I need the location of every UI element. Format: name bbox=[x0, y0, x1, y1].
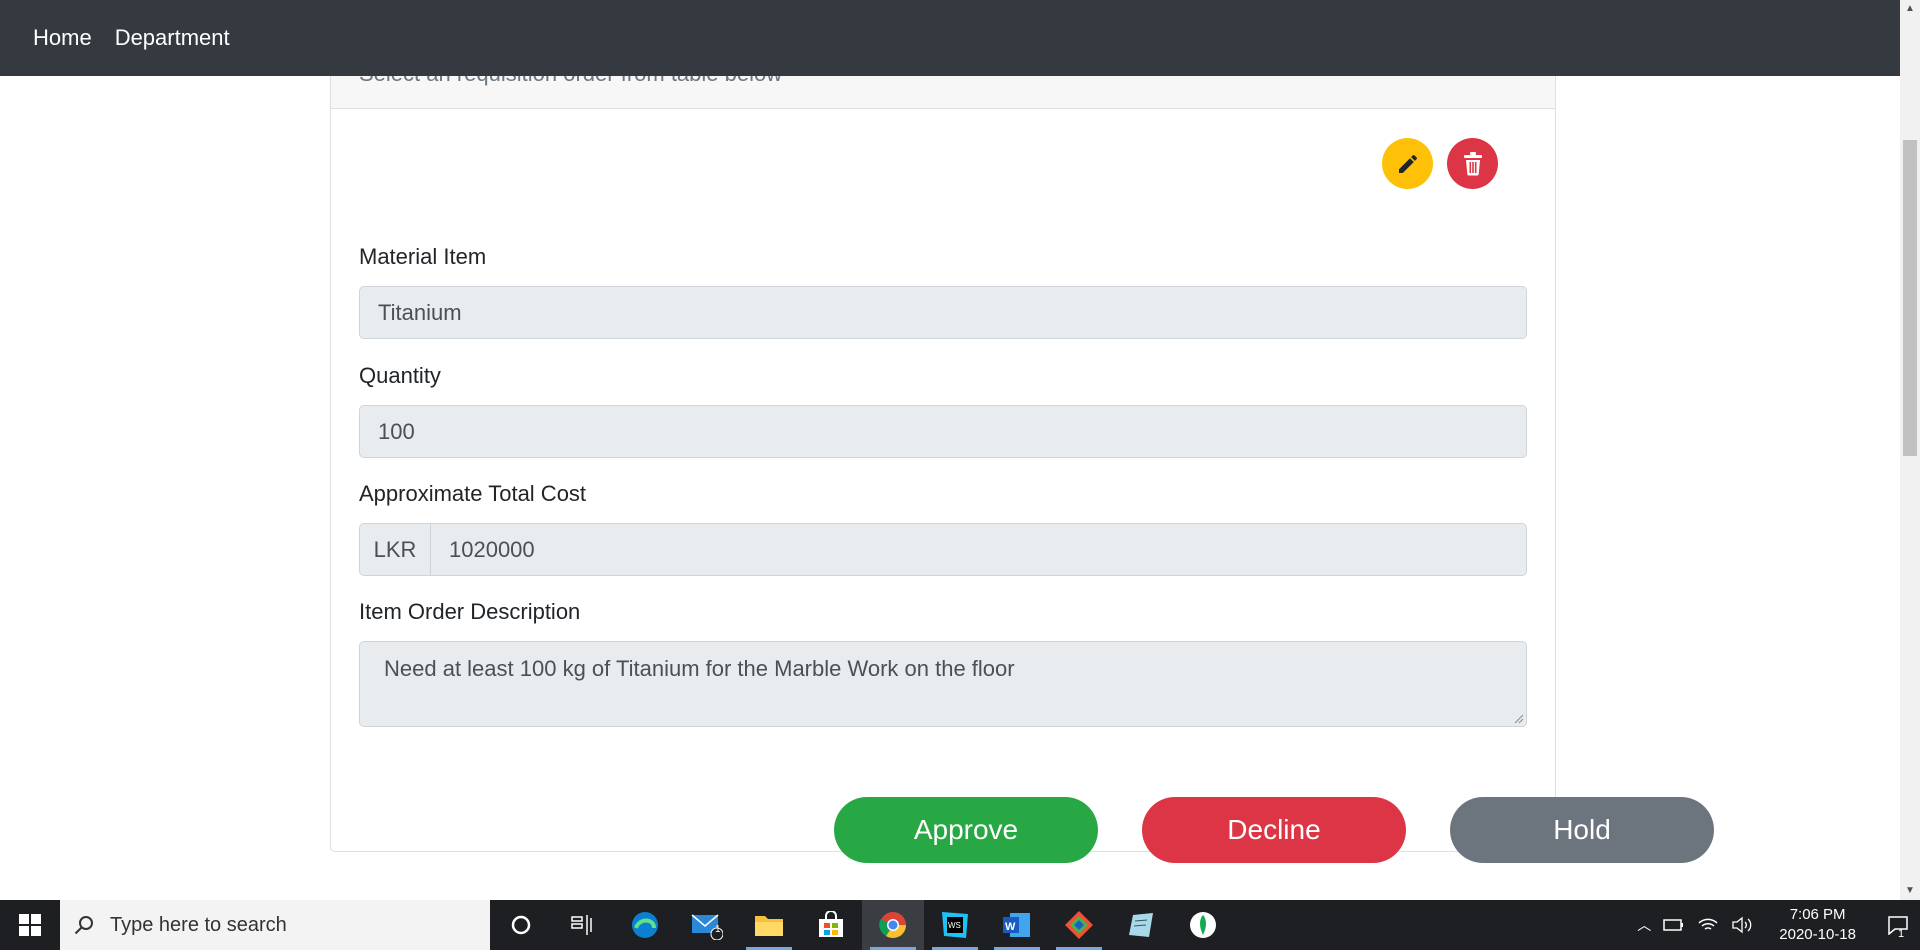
chrome-browser-icon bbox=[879, 912, 907, 939]
mail-badge: 1 bbox=[715, 924, 721, 935]
approve-button[interactable]: Approve bbox=[834, 797, 1098, 863]
webstorm-icon: WS bbox=[942, 912, 968, 938]
cortana-button[interactable] bbox=[490, 900, 552, 950]
chrome-taskbar-button[interactable] bbox=[862, 900, 924, 950]
delete-button[interactable] bbox=[1447, 138, 1498, 189]
webstorm-taskbar-button[interactable]: WS bbox=[924, 900, 986, 950]
pencil-icon bbox=[1398, 154, 1417, 173]
clock-time: 7:06 PM bbox=[1789, 906, 1846, 923]
folder-icon bbox=[755, 916, 783, 936]
word-icon: W bbox=[1003, 913, 1030, 937]
notes-app-taskbar-button[interactable] bbox=[1110, 900, 1172, 950]
description-text: Need at least 100 kg of Titanium for the… bbox=[384, 656, 1015, 681]
edit-button[interactable] bbox=[1382, 138, 1433, 189]
card-header: Select an requisition order from table b… bbox=[331, 76, 1555, 109]
mongodb-compass-taskbar-button[interactable] bbox=[1172, 900, 1234, 950]
windows-logo-icon bbox=[19, 914, 41, 936]
edge-browser-icon bbox=[632, 912, 658, 938]
taskbar-search-box[interactable]: Type here to search bbox=[60, 900, 490, 950]
notepad-icon bbox=[1129, 913, 1153, 937]
hold-button[interactable]: Hold bbox=[1450, 797, 1714, 863]
quantity-label: Quantity bbox=[359, 363, 441, 388]
windows-taskbar: Type here to search 1 WS W ︿ 7:06 PM 202… bbox=[0, 900, 1920, 950]
nav-department-link[interactable]: Department bbox=[115, 25, 230, 51]
taskbar-clock[interactable]: 7:06 PM 2020-10-18 bbox=[1779, 905, 1856, 945]
search-icon bbox=[74, 916, 93, 935]
svg-text:WS: WS bbox=[948, 921, 961, 930]
decline-button[interactable]: Decline bbox=[1142, 797, 1406, 863]
mongodb-leaf-icon bbox=[1190, 912, 1216, 938]
start-button[interactable] bbox=[0, 900, 60, 950]
git-kraken-icon bbox=[1065, 911, 1093, 939]
vertical-scrollbar[interactable]: ▲ ▼ bbox=[1900, 0, 1920, 900]
currency-prefix: LKR bbox=[359, 523, 431, 576]
file-explorer-taskbar-button[interactable] bbox=[738, 900, 800, 950]
nav-home-link[interactable]: Home bbox=[33, 25, 92, 51]
description-textarea[interactable]: Need at least 100 kg of Titanium for the… bbox=[359, 641, 1527, 727]
cortana-circle-icon bbox=[511, 915, 531, 935]
edge-taskbar-button[interactable] bbox=[614, 900, 676, 950]
task-view-button[interactable] bbox=[552, 900, 614, 950]
svg-text:W: W bbox=[1005, 921, 1016, 933]
requisition-card: Select an requisition order from table b… bbox=[330, 76, 1714, 863]
scroll-up-arrow-icon[interactable]: ▲ bbox=[1900, 0, 1920, 18]
scroll-down-arrow-icon[interactable]: ▼ bbox=[1900, 882, 1920, 900]
material-item-field[interactable]: Titanium bbox=[359, 286, 1527, 339]
trash-icon bbox=[1463, 151, 1482, 176]
mail-taskbar-button[interactable]: 1 bbox=[676, 900, 738, 950]
store-taskbar-button[interactable] bbox=[800, 900, 862, 950]
action-center-button[interactable]: 1 bbox=[1876, 900, 1920, 950]
chevron-up-icon[interactable]: ︿ bbox=[1637, 915, 1651, 935]
description-label: Item Order Description bbox=[359, 599, 581, 624]
store-bag-icon bbox=[819, 911, 843, 937]
quantity-field[interactable]: 100 bbox=[359, 405, 1527, 458]
resize-handle-icon[interactable] bbox=[1512, 712, 1524, 724]
cost-input-group: LKR 1020000 bbox=[359, 523, 1527, 576]
search-placeholder: Type here to search bbox=[110, 913, 287, 936]
notification-badge: 1 bbox=[1898, 928, 1905, 940]
speaker-volume-icon[interactable] bbox=[1731, 916, 1753, 934]
clock-date: 2020-10-18 bbox=[1779, 926, 1856, 943]
material-item-label: Material Item bbox=[359, 244, 487, 269]
task-view-icon bbox=[571, 915, 592, 935]
cost-label: Approximate Total Cost bbox=[359, 481, 587, 506]
cost-field[interactable]: 1020000 bbox=[431, 523, 1527, 576]
battery-icon[interactable] bbox=[1663, 917, 1685, 933]
word-taskbar-button[interactable]: W bbox=[986, 900, 1048, 950]
top-navbar: Home Department bbox=[0, 0, 1900, 76]
git-tool-taskbar-button[interactable] bbox=[1048, 900, 1110, 950]
system-tray: ︿ 7:06 PM 2020-10-18 1 bbox=[1631, 900, 1920, 950]
scroll-thumb[interactable] bbox=[1903, 140, 1917, 456]
main-content: Select an requisition order from table b… bbox=[0, 76, 1900, 900]
wifi-icon[interactable] bbox=[1697, 916, 1719, 934]
